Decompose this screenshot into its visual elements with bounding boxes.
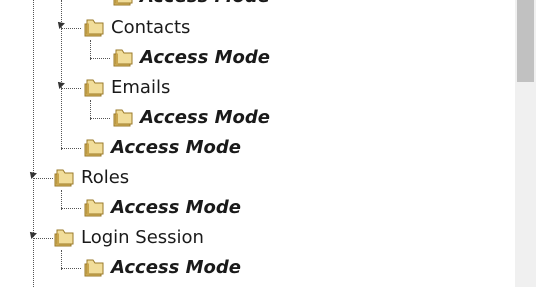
tree-node-roles-access-mode[interactable]: Access Mode (83, 197, 241, 219)
tree-line (61, 148, 81, 149)
tree-line (61, 28, 81, 29)
tree-line (90, 100, 91, 120)
tree-node-login-session[interactable]: Login Session (53, 227, 204, 249)
tree-view: Access Mode Contacts Access Mode Emails … (0, 0, 515, 287)
tree-line (33, 0, 34, 287)
folder-icon (112, 48, 134, 68)
tree-node-access-mode[interactable]: Access Mode (112, 0, 270, 8)
scrollbar-thumb[interactable] (517, 0, 534, 82)
folder-icon (53, 168, 75, 188)
tree-line (61, 190, 62, 210)
tree-node-contacts[interactable]: Contacts (83, 17, 190, 39)
node-label: Access Mode (111, 197, 241, 218)
tree-line (90, 118, 110, 119)
node-label: Access Mode (140, 47, 270, 68)
tree-node-access-mode[interactable]: Access Mode (83, 137, 241, 159)
node-label: Access Mode (140, 107, 270, 128)
tree-node-login-session-access-mode[interactable]: Access Mode (83, 257, 241, 279)
tree-node-roles[interactable]: Roles (53, 167, 129, 189)
node-label: Contacts (111, 17, 191, 38)
node-label: Roles (81, 167, 130, 188)
tree-line (90, 40, 91, 60)
tree-line (33, 238, 53, 239)
folder-icon (83, 138, 105, 158)
tree-line (90, 58, 110, 59)
node-label: Access Mode (111, 257, 241, 278)
node-label: Emails (111, 77, 171, 98)
folder-icon (83, 258, 105, 278)
node-label: Access Mode (111, 137, 241, 158)
tree-node-emails-access-mode[interactable]: Access Mode (112, 107, 270, 129)
node-label: Access Mode (140, 0, 270, 8)
tree-node-contacts-access-mode[interactable]: Access Mode (112, 47, 270, 69)
folder-icon (83, 198, 105, 218)
tree-line (61, 88, 81, 89)
folder-icon (112, 0, 134, 7)
tree-node-emails[interactable]: Emails (83, 77, 170, 99)
node-label: Login Session (81, 227, 204, 248)
tree-line (61, 268, 81, 269)
tree-line (33, 178, 53, 179)
folder-icon (83, 78, 105, 98)
folder-icon (53, 228, 75, 248)
tree-line (61, 250, 62, 270)
vertical-scrollbar[interactable] (515, 0, 536, 287)
tree-line (61, 208, 81, 209)
folder-icon (112, 108, 134, 128)
folder-icon (83, 18, 105, 38)
